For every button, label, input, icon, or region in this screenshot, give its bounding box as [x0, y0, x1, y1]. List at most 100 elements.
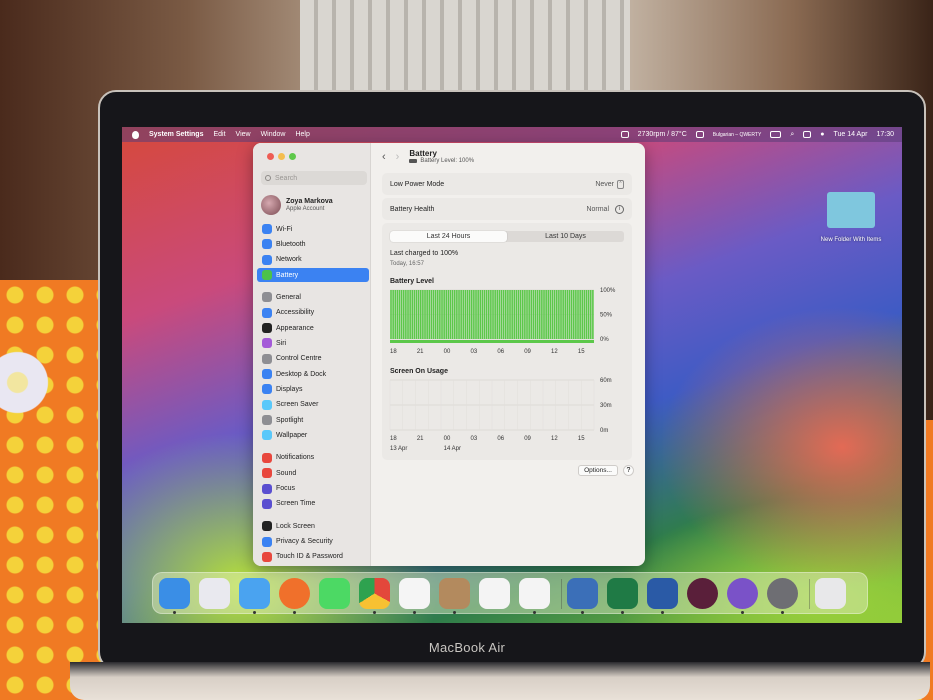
battery-x-tick-label: 09 [524, 349, 531, 355]
sidebar-item-label: Battery [276, 271, 299, 279]
sidebar-item-label: Privacy & Security [276, 538, 333, 546]
battery-pane: ‹ › Battery Battery Level: 100% Low Powe… [372, 143, 645, 566]
minimize-button[interactable] [278, 153, 285, 160]
battery-x-tick-label: 06 [497, 349, 504, 355]
help-button[interactable]: ? [623, 465, 634, 476]
contacts-icon[interactable] [439, 578, 470, 609]
sidebar-item-sound[interactable]: Sound [257, 466, 369, 480]
battery-health-card: Battery Health Normal i [382, 198, 632, 220]
launchpad-icon[interactable] [199, 578, 230, 609]
sidebar-item-lock-screen[interactable]: Lock Screen [257, 519, 369, 533]
keyboard-icon[interactable] [695, 131, 704, 138]
system-settings-icon[interactable] [767, 578, 798, 609]
sidebar-item-notifications[interactable]: Notifications [257, 451, 369, 465]
sidebar-item-wallpaper[interactable]: Wallpaper [257, 428, 369, 442]
siri-status-icon[interactable]: ● [820, 131, 824, 138]
menu-help[interactable]: Help [295, 131, 309, 138]
status-app-icon[interactable] [620, 131, 629, 138]
sidebar-item-label: Touch ID & Password [276, 553, 343, 561]
apple-menu-icon[interactable] [132, 130, 139, 139]
mail-icon[interactable] [239, 578, 270, 609]
media-app-icon[interactable] [687, 578, 718, 609]
options-button[interactable]: Options... [578, 465, 618, 476]
low-power-select[interactable]: Never ⌃ [595, 179, 624, 189]
close-button[interactable] [267, 153, 274, 160]
sidebar-item-privacy-security[interactable]: Privacy & Security [257, 535, 369, 549]
battery-level-bar [528, 290, 530, 339]
status-input-source[interactable]: Bulgarian – QWERTY [713, 132, 762, 138]
sidebar-item-displays[interactable]: Displays [257, 382, 369, 396]
sidebar-item-network[interactable]: Network [257, 253, 369, 267]
sidebar-item-control-centre[interactable]: Control Centre [257, 352, 369, 366]
desktop-folder-icon[interactable] [827, 192, 875, 228]
menu-view[interactable]: View [236, 131, 251, 138]
back-arrow-icon[interactable]: ‹ [382, 151, 386, 163]
tab-last-10-days[interactable]: Last 10 Days [507, 231, 624, 242]
search-input[interactable]: Search [261, 171, 367, 185]
usage-x-tick-label: 18 [390, 436, 397, 442]
low-power-card: Low Power Mode Never ⌃ [382, 173, 632, 195]
sidebar-item-siri[interactable]: Siri [257, 336, 369, 350]
zoom-button[interactable] [289, 153, 296, 160]
time-range-segmented-control: Last 24 Hours Last 10 Days [390, 231, 624, 242]
system-settings-window: Search Zoya Markova Apple Account Wi‑Fi B… [253, 143, 645, 566]
dock-running-indicator [453, 611, 456, 614]
forward-arrow-icon[interactable]: › [396, 151, 400, 163]
search-status-icon[interactable]: ⌕ [790, 131, 794, 139]
battery-level-bar [462, 290, 465, 339]
usage-x-tick-label: 06 [497, 436, 504, 442]
dock-running-indicator [373, 611, 376, 614]
system-preferences-icon[interactable] [567, 578, 598, 609]
excel-icon[interactable] [607, 578, 638, 609]
sidebar-item-label: Lock Screen [276, 522, 315, 530]
firefox-icon[interactable] [279, 578, 310, 609]
freeform-icon[interactable] [519, 578, 550, 609]
sidebar-item-touch-id-password[interactable]: Touch ID & Password [257, 550, 369, 564]
word-icon[interactable] [647, 578, 678, 609]
pane-header: ‹ › Battery Battery Level: 100% [382, 149, 474, 164]
desktop-folder-label[interactable]: New Folder With Items [812, 236, 890, 244]
battery-status-icon[interactable] [770, 131, 782, 138]
usage-card: Last 24 Hours Last 10 Days Last charged … [382, 223, 632, 460]
menu-window[interactable]: Window [261, 131, 286, 138]
account-name: Zoya Markova [286, 198, 333, 205]
info-icon[interactable]: i [615, 204, 624, 214]
battery-level-bar [460, 290, 462, 339]
account-row[interactable]: Zoya Markova Apple Account [261, 193, 367, 217]
status-date[interactable]: Tue 14 Apr [833, 131, 867, 138]
sidebar-item-bluetooth[interactable]: Bluetooth [257, 237, 369, 251]
battery-level-bar [570, 290, 573, 339]
tab-last-24-hours[interactable]: Last 24 Hours [390, 231, 507, 242]
sidebar-item-screen-time[interactable]: Screen Time [257, 497, 369, 511]
sidebar-item-label: Spotlight [276, 416, 304, 424]
sidebar-item-accessibility[interactable]: Accessibility [257, 306, 369, 320]
finder-icon[interactable] [159, 578, 190, 609]
status-time[interactable]: 17:30 [876, 131, 894, 138]
battery-level-bar [473, 290, 475, 339]
sidebar-item-appearance[interactable]: Appearance [257, 321, 369, 335]
sidebar-item-general[interactable]: General [257, 290, 369, 304]
menu-edit[interactable]: Edit [213, 131, 225, 138]
sidebar-item-wi-fi[interactable]: Wi‑Fi [257, 222, 369, 236]
trash-icon[interactable] [815, 578, 846, 609]
messages-icon[interactable] [319, 578, 350, 609]
vectorworks-icon[interactable] [479, 578, 510, 609]
chrome-icon[interactable] [359, 578, 390, 609]
battery-level-bar [585, 290, 588, 339]
battery-level-bar [575, 290, 577, 339]
sidebar-item-spotlight[interactable]: Spotlight [257, 413, 369, 427]
sidebar-item-desktop-dock[interactable]: Desktop & Dock [257, 367, 369, 381]
wifi-icon [262, 224, 272, 234]
sidebar-item-battery[interactable]: Battery [257, 268, 369, 283]
control-centre-status-icon[interactable] [803, 131, 812, 138]
photos-icon[interactable] [399, 578, 430, 609]
sidebar-item-focus[interactable]: Focus [257, 482, 369, 496]
viber-icon[interactable] [727, 578, 758, 609]
status-cpu[interactable]: 2730rpm / 87°C [638, 131, 687, 138]
appearance-icon [262, 323, 272, 334]
sidebar-item-screen-saver[interactable]: Screen Saver [257, 398, 369, 412]
battery-level-bar [553, 290, 556, 339]
menu-app-name[interactable]: System Settings [149, 131, 203, 138]
usage-y-tick-label: 30m [600, 403, 612, 409]
